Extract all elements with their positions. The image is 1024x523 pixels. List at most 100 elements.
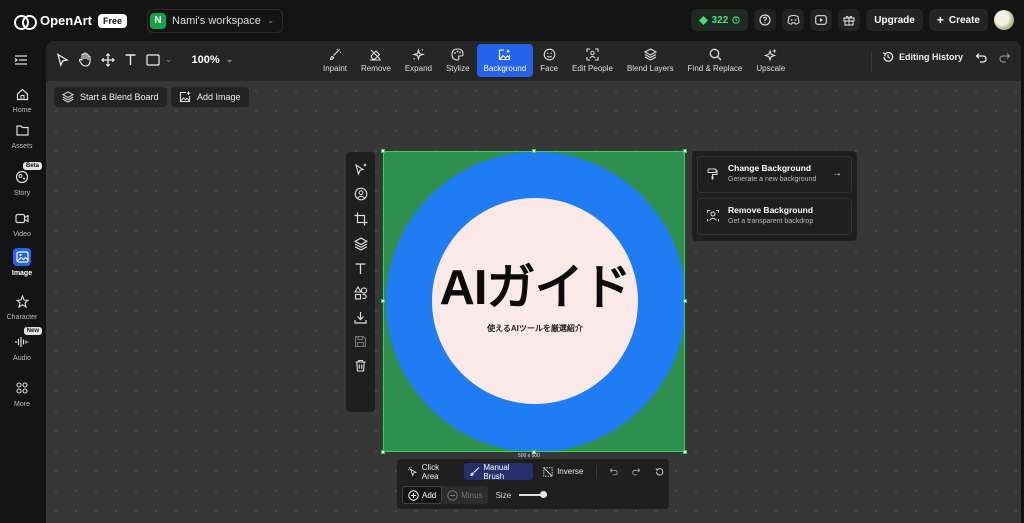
tab-background[interactable]: Background — [476, 44, 534, 77]
tab-label: Find & Replace — [687, 64, 743, 73]
crop-icon[interactable] — [354, 212, 368, 226]
hand-pan-icon[interactable] — [78, 52, 92, 67]
tab-label: Remove — [361, 64, 391, 73]
tab-label: Edit People — [572, 64, 613, 73]
editor-toolbar: ⌄ 100% ⌄ Inpaint Remove Expand Stylize B… — [46, 41, 1021, 81]
resize-handle-right[interactable] — [683, 299, 687, 303]
resize-handle-left[interactable] — [381, 299, 385, 303]
sidebar-toggle-button[interactable] — [14, 53, 28, 71]
sidebar-item-assets[interactable]: Assets — [0, 121, 44, 150]
editor-canvas-area[interactable]: ⌄ 100% ⌄ Inpaint Remove Expand Stylize B… — [46, 41, 1021, 523]
resize-handle-bottom-right[interactable] — [683, 450, 687, 454]
add-image-button[interactable]: Add Image — [171, 87, 249, 107]
sidebar-item-label: Image — [11, 270, 33, 277]
user-avatar[interactable] — [994, 10, 1014, 30]
resize-handle-top-right[interactable] — [683, 149, 687, 153]
face-circle-icon[interactable] — [354, 187, 368, 201]
workspace-switcher[interactable]: N Nami's workspace ⌄ — [147, 8, 284, 33]
slider-knob[interactable] — [539, 491, 547, 498]
upgrade-button[interactable]: Upgrade — [866, 9, 923, 31]
manual-brush-button[interactable]: Manual Brush — [463, 463, 534, 481]
sidebar-item-image[interactable]: Image — [0, 248, 44, 277]
sidebar-item-audio[interactable]: New Audio — [0, 327, 44, 362]
redo-icon[interactable] — [632, 467, 641, 476]
minus-mode-button[interactable]: Minus — [442, 486, 487, 504]
resize-handle-top[interactable] — [532, 149, 536, 153]
text-tool-icon[interactable] — [124, 53, 137, 66]
canvas-tools: ⌄ 100% ⌄ — [56, 52, 233, 67]
download-icon[interactable] — [354, 311, 367, 324]
tab-label: Background — [483, 64, 527, 73]
tab-find-replace[interactable]: Find & Replace — [681, 44, 750, 77]
history-controls: Editing History — [882, 51, 1011, 63]
click-area-button[interactable]: Click Area — [402, 462, 460, 481]
sidebar-item-story[interactable]: Beta Story — [0, 162, 44, 197]
redo-icon[interactable] — [999, 52, 1011, 63]
change-background-option[interactable]: Change Background Generate a new backgro… — [697, 156, 852, 193]
trash-icon[interactable] — [354, 359, 367, 372]
add-mode-button[interactable]: Add — [402, 486, 443, 504]
tab-expand[interactable]: Expand — [398, 44, 439, 77]
palette-icon — [451, 48, 464, 61]
shape-rectangle-icon[interactable] — [146, 53, 160, 66]
tab-edit-people[interactable]: Edit People — [565, 44, 620, 77]
canvas-image[interactable]: AIガイド 使えるAIツールを厳選紹介 — [383, 151, 685, 452]
start-blend-board-label: Start a Blend Board — [80, 92, 159, 102]
remove-background-option[interactable]: Remove Background Get a transparent back… — [697, 198, 852, 235]
editing-history-button[interactable]: Editing History — [882, 51, 963, 63]
save-icon[interactable] — [354, 335, 367, 348]
sidebar-item-more[interactable]: More — [0, 379, 44, 408]
tab-blend-layers[interactable]: Blend Layers — [620, 44, 681, 77]
sidebar-item-label: More — [14, 401, 30, 408]
new-badge: New — [23, 327, 42, 335]
top-bar: OpenArt Free N Nami's workspace ⌄ 322 Up… — [0, 0, 1024, 41]
select-pointer-icon[interactable] — [56, 52, 69, 67]
reset-icon[interactable] — [655, 467, 664, 477]
tab-stylize[interactable]: Stylize — [439, 44, 477, 77]
divider — [596, 464, 598, 479]
move-icon[interactable] — [101, 52, 115, 67]
brand-logo[interactable]: OpenArt — [14, 13, 92, 30]
tab-face[interactable]: Face — [533, 44, 565, 77]
person-cutout-icon — [707, 210, 719, 222]
brush-tool-panel: Click Area Manual Brush Inverse Add Minu… — [397, 459, 669, 509]
help-button[interactable] — [754, 9, 777, 31]
help-icon — [759, 14, 771, 26]
credits-badge[interactable]: 322 — [690, 9, 749, 31]
background-image-icon — [498, 49, 511, 61]
image-icon — [13, 248, 31, 266]
undo-icon[interactable] — [609, 467, 618, 476]
character-icon — [13, 292, 31, 310]
sidebar-item-character[interactable]: Character — [0, 292, 44, 321]
minus-circle-icon — [447, 489, 458, 501]
selection-mode-row: Click Area Manual Brush Inverse — [402, 462, 669, 481]
inverse-button[interactable]: Inverse — [537, 463, 589, 480]
resize-handle-top-left[interactable] — [381, 149, 385, 153]
shapes-icon[interactable] — [353, 286, 368, 300]
upscale-sparkle-icon — [764, 48, 778, 61]
undo-icon[interactable] — [975, 52, 987, 63]
sidebar-item-video[interactable]: Video — [0, 209, 44, 238]
tab-remove[interactable]: Remove — [354, 44, 398, 77]
plan-badge: Free — [98, 13, 128, 28]
click-area-label: Click Area — [421, 462, 440, 481]
chevron-down-icon[interactable]: ⌄ — [165, 54, 173, 65]
image-headline: AIガイド — [439, 261, 631, 315]
start-blend-board-button[interactable]: Start a Blend Board — [54, 87, 167, 107]
tutorial-button[interactable] — [810, 9, 833, 31]
text-tool-icon[interactable] — [354, 262, 367, 275]
tab-inpaint[interactable]: Inpaint — [316, 44, 354, 77]
resize-handle-bottom-left[interactable] — [381, 450, 385, 454]
discord-button[interactable] — [782, 9, 805, 31]
expand-sparkle-icon — [411, 48, 425, 61]
ai-select-sparkle-icon[interactable] — [354, 162, 368, 176]
tab-upscale[interactable]: Upscale — [749, 44, 792, 77]
create-button[interactable]: + Create — [928, 9, 988, 31]
brush-size-slider[interactable] — [519, 491, 548, 498]
zoom-level: 100% — [191, 53, 220, 66]
chevron-down-icon: ⌄ — [225, 54, 234, 64]
gift-button[interactable] — [838, 9, 861, 31]
zoom-control[interactable]: 100% ⌄ — [192, 54, 234, 66]
sidebar-item-home[interactable]: Home — [0, 85, 44, 114]
layers-icon[interactable] — [353, 237, 368, 251]
